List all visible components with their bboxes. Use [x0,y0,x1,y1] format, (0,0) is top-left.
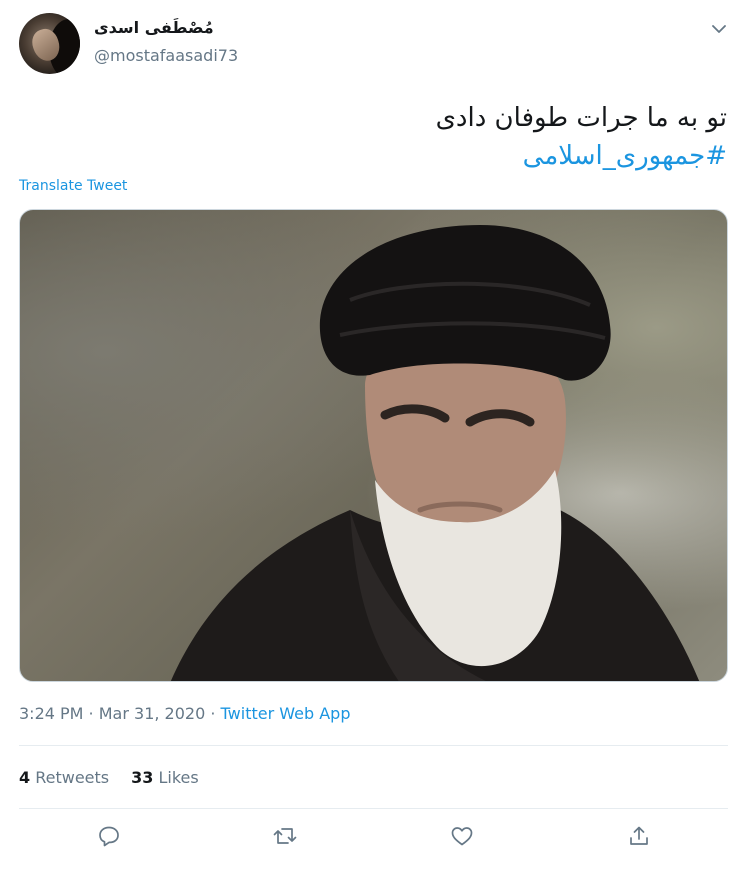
retweets-count: 4 [19,768,31,787]
share-icon[interactable] [625,822,653,850]
retweets-stat[interactable]: 4 Retweets [19,768,109,787]
hashtag-link[interactable]: #جمهوری_اسلامی [27,137,727,175]
likes-count: 33 [131,768,154,787]
author-avatar[interactable] [19,13,80,74]
author-handle[interactable]: @mostafaasadi73 [94,46,238,65]
tweet-time[interactable]: 3:24 PM [19,704,83,723]
meta-separator: · [205,704,221,723]
tweet-stats: 4 Retweets 33 Likes [19,768,199,787]
likes-stat[interactable]: 33 Likes [131,768,199,787]
portrait-illustration [170,225,700,681]
tweet-text: تو به ما جرات طوفان دادی #جمهوری_اسلامی [27,99,727,175]
tweet-date[interactable]: Mar 31, 2020 [99,704,206,723]
meta-separator: · [83,704,99,723]
divider [19,745,728,746]
chevron-down-icon[interactable] [706,16,732,42]
reply-icon[interactable] [95,822,123,850]
tweet-photo[interactable] [19,209,728,682]
tweet-source-link[interactable]: Twitter Web App [221,704,351,723]
retweets-label: Retweets [35,768,110,787]
author-display-name[interactable]: مُصْطَفی اسدی [94,18,214,37]
like-icon[interactable] [448,822,476,850]
tweet-meta: 3:24 PM · Mar 31, 2020 · Twitter Web App [19,704,350,723]
retweet-icon[interactable] [271,822,299,850]
likes-label: Likes [158,768,199,787]
tweet-actions [95,822,655,854]
divider [19,808,728,809]
translate-tweet-link[interactable]: Translate Tweet [19,178,127,194]
tweet-text-line: تو به ما جرات طوفان دادی [435,103,727,133]
